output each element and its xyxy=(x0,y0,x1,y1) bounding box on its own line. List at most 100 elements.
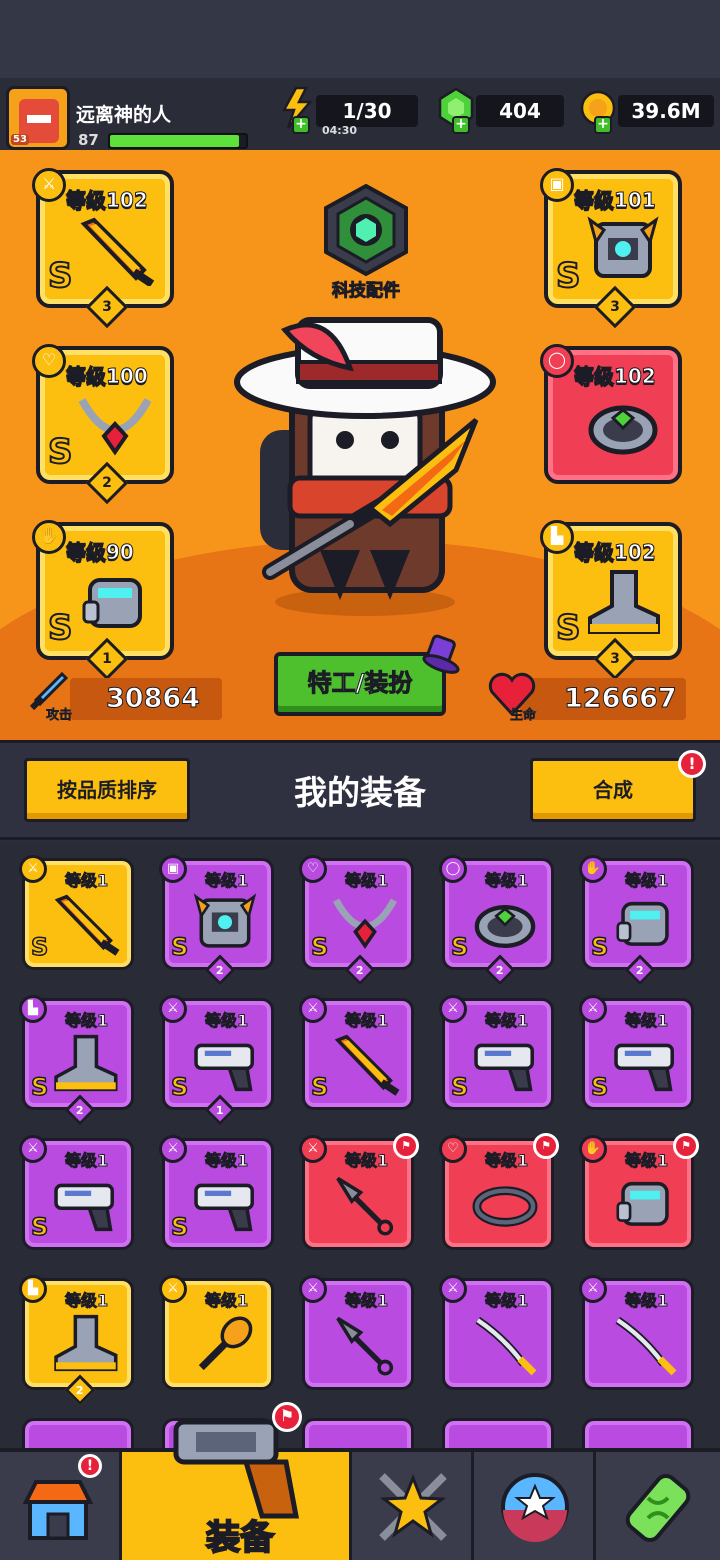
merge-button[interactable]: 合成 xyxy=(530,758,696,822)
boot-icon: ▙ xyxy=(19,1275,47,1303)
inventory-title: 我的装备 xyxy=(294,773,426,812)
weapon-icon: ⚔ xyxy=(159,995,187,1023)
inventory-item-kunai[interactable]: ⚔ 等级1 xyxy=(299,1275,414,1390)
equipped-slot-necklace[interactable]: ♡ 等级100 S 2 xyxy=(32,344,174,505)
tech-accessory-slot[interactable] xyxy=(318,182,414,278)
gun-icon xyxy=(49,1169,121,1237)
gems-plus-icon[interactable]: + xyxy=(452,116,470,134)
inventory-item-glove[interactable]: ✋ 等级1 S 2 xyxy=(579,855,694,986)
avatar-visor-icon xyxy=(27,115,51,123)
inventory-item-boot[interactable]: ▙ 等级1 S 2 xyxy=(19,995,134,1126)
inventory-item-gun[interactable]: ⚔ 等级1 S xyxy=(579,995,694,1110)
gun-icon xyxy=(189,1169,261,1237)
attack-label: 攻击 xyxy=(46,708,73,724)
inventory-item-sword[interactable]: ⚔ 等级1 S xyxy=(299,995,414,1110)
glove-icon xyxy=(609,1169,681,1237)
weapon-icon: ⚔ xyxy=(19,855,47,883)
tab-pets[interactable] xyxy=(474,1452,596,1560)
weapon-icon: ⚔ xyxy=(32,168,66,202)
star-count-badge: 2 xyxy=(624,954,656,986)
gun-icon xyxy=(469,1029,541,1097)
inventory-item-bat[interactable]: ⚔ 等级1 xyxy=(159,1275,274,1390)
equipped-slot-boot[interactable]: ▙ 等级102 S 3 xyxy=(540,520,682,681)
tab-shop[interactable]: ! xyxy=(0,1452,122,1560)
avatar[interactable]: 53 xyxy=(6,86,70,150)
inventory-item-katana[interactable]: ⚔ 等级1 xyxy=(579,1275,694,1390)
inventory-item-partial[interactable] xyxy=(582,1418,694,1448)
inventory-item-collar[interactable]: ♡ 等级1 ⚑ xyxy=(439,1133,559,1250)
equipped-level: 等级100 xyxy=(66,364,149,389)
new-shirt-icon: ⚑ xyxy=(393,1133,419,1159)
inventory-item-partial[interactable] xyxy=(22,1418,134,1448)
ring-icon xyxy=(469,889,541,957)
grade-badge: S xyxy=(310,1072,329,1102)
katana-icon xyxy=(609,1309,681,1377)
necklace-icon xyxy=(329,889,401,957)
bat-icon xyxy=(189,1309,261,1377)
sword-icon xyxy=(74,214,156,288)
weapon-icon: ⚔ xyxy=(579,995,607,1023)
item-level: 等级1 xyxy=(204,1011,249,1031)
star-count: 2 xyxy=(635,963,644,977)
inventory-item-gun[interactable]: ⚔ 等级1 S xyxy=(439,995,554,1110)
equipped-slot-sword[interactable]: ⚔ 等级102 S 3 xyxy=(32,168,174,329)
inventory-item-armor[interactable]: ▣ 等级1 S 2 xyxy=(159,855,274,986)
item-level: 等级1 xyxy=(204,1151,249,1171)
tab-talent[interactable] xyxy=(352,1452,474,1560)
boot-icon: ▙ xyxy=(540,520,574,554)
hero-character[interactable] xyxy=(230,310,500,620)
coins-value: 39.6M xyxy=(618,95,714,127)
inventory-item-glove[interactable]: ✋ 等级1 ⚑ xyxy=(579,1133,699,1250)
shop-icon xyxy=(22,1480,94,1540)
necklace-icon: ♡ xyxy=(32,344,66,378)
inventory-item-kunai[interactable]: ⚔ 等级1 ⚑ xyxy=(299,1133,419,1250)
merge-alert-icon: ! xyxy=(678,750,706,778)
grade-badge: S xyxy=(590,932,609,962)
star-count: 3 xyxy=(610,651,620,667)
equipment-alert-shirt-icon: ⚑ xyxy=(272,1402,302,1432)
glove-icon: ✋ xyxy=(579,1135,607,1163)
equipped-slot-glove[interactable]: ✋ 等级90 S 1 xyxy=(32,520,174,681)
weapon-icon: ⚔ xyxy=(159,1135,187,1163)
new-shirt-icon: ⚑ xyxy=(533,1133,559,1159)
weapon-icon: ⚔ xyxy=(159,1275,187,1303)
inventory-item-necklace[interactable]: ♡ 等级1 S 2 xyxy=(299,855,414,986)
tab-genes[interactable] xyxy=(596,1452,720,1560)
energy-plus-icon[interactable]: + xyxy=(292,116,310,134)
inventory-item-gun[interactable]: ⚔ 等级1 S xyxy=(159,1135,274,1250)
equipped-level: 等级101 xyxy=(574,188,657,213)
weapon-icon: ⚔ xyxy=(439,1275,467,1303)
attack-value: 30864 xyxy=(70,678,222,720)
inventory-item-katana[interactable]: ⚔ 等级1 xyxy=(439,1275,554,1390)
inventory-item-partial[interactable] xyxy=(302,1418,414,1448)
necklace-icon: ♡ xyxy=(439,1135,467,1163)
hp-value: 126667 xyxy=(520,678,686,720)
item-level: 等级1 xyxy=(484,1151,529,1171)
grade-badge: S xyxy=(30,1212,49,1242)
coins-plus-icon[interactable]: + xyxy=(594,116,612,134)
star-count: 2 xyxy=(355,963,364,977)
sword-icon xyxy=(49,889,121,957)
sword-icon xyxy=(329,1029,401,1097)
inventory-item-ring[interactable]: ◯ 等级1 S 2 xyxy=(439,855,554,986)
star-count-badge: 2 xyxy=(484,954,516,986)
shop-alert-icon: ! xyxy=(78,1454,102,1478)
star-count: 1 xyxy=(215,1103,224,1117)
xp-bar-fill xyxy=(110,135,240,147)
equipped-slot-armor[interactable]: ▣ 等级101 S 3 xyxy=(540,168,682,329)
inventory-item-gun[interactable]: ⚔ 等级1 S xyxy=(19,1135,134,1250)
hp-label: 生命 xyxy=(510,708,537,724)
inventory-item-gun[interactable]: ⚔ 等级1 S 1 xyxy=(159,995,274,1126)
inventory-item-partial[interactable] xyxy=(442,1418,554,1448)
equipped-slot-ring[interactable]: ◯ 等级102 xyxy=(540,344,682,484)
weapon-icon: ⚔ xyxy=(439,995,467,1023)
glove-icon: ✋ xyxy=(579,855,607,883)
sort-by-quality-button[interactable]: 按品质排序 xyxy=(24,758,190,822)
inventory-item-boot[interactable]: ▙ 等级1 2 xyxy=(19,1275,134,1406)
grade-badge: S xyxy=(555,255,581,297)
item-level: 等级1 xyxy=(344,871,389,891)
weapon-icon: ⚔ xyxy=(299,995,327,1023)
equipped-level: 等级102 xyxy=(574,540,657,565)
boot-icon xyxy=(49,1029,121,1097)
inventory-item-sword[interactable]: ⚔ 等级1 S xyxy=(19,855,134,970)
